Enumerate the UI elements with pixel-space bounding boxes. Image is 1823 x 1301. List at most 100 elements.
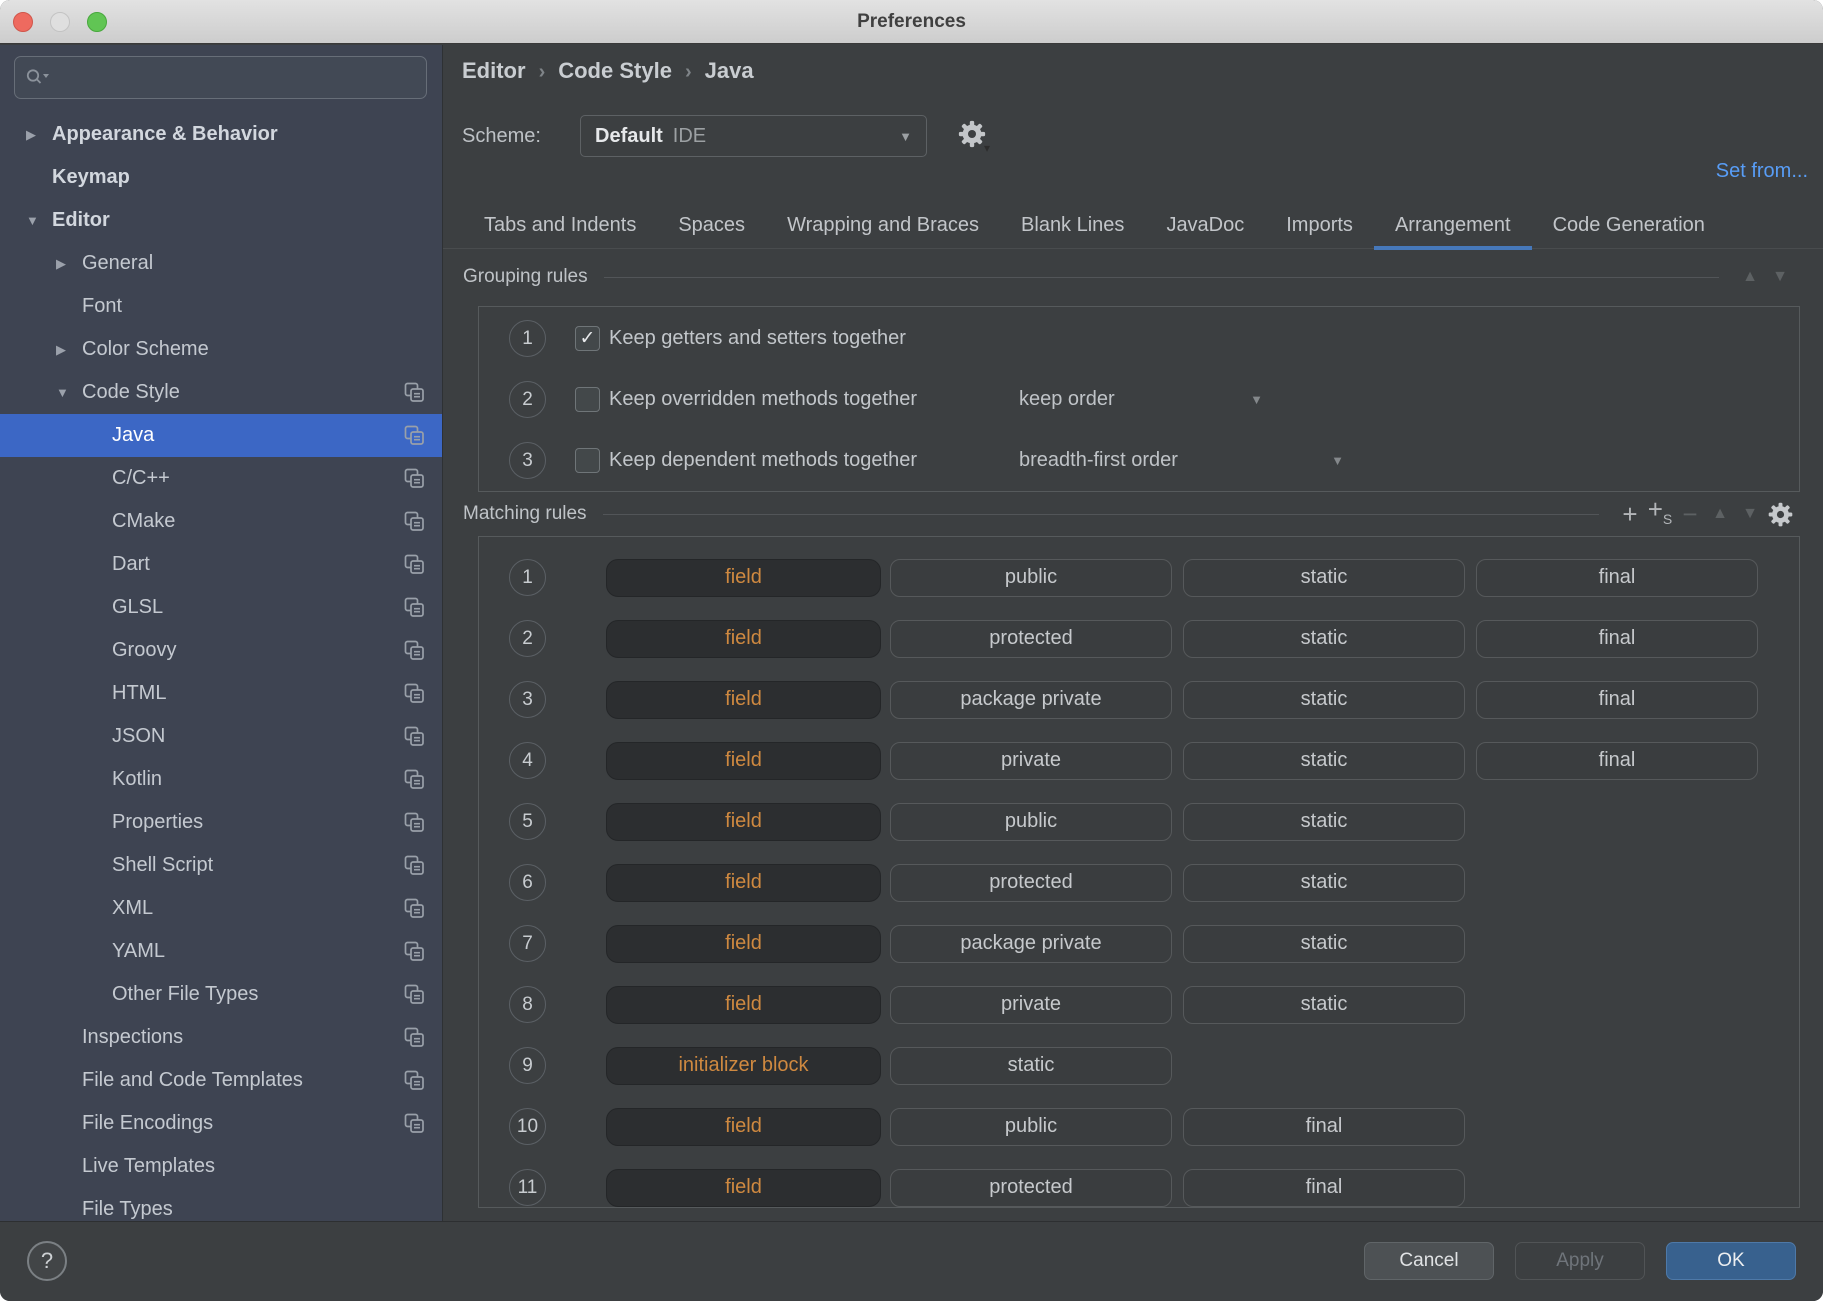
chevron-right-icon[interactable] — [26, 127, 36, 142]
sidebar-item[interactable]: Code Style — [0, 371, 442, 414]
keep-dependent-methods-checkbox[interactable] — [575, 448, 600, 473]
rule-modifier-pill[interactable]: static — [1183, 803, 1465, 841]
matching-rule-row[interactable]: 1 field public static final — [479, 547, 1799, 608]
rule-entry-pill[interactable]: field — [606, 620, 881, 658]
move-up-icon[interactable]: ▲ — [1705, 505, 1735, 523]
rule-modifier-pill[interactable]: static — [1183, 742, 1465, 780]
matching-rule-row[interactable]: 11 field protected final — [479, 1157, 1799, 1208]
sidebar-item[interactable]: Color Scheme — [0, 328, 442, 371]
sidebar-item[interactable]: CMake — [0, 500, 442, 543]
order-dropdown[interactable]: breadth-first order ▼ — [1019, 449, 1344, 472]
apply-button[interactable]: Apply — [1515, 1242, 1645, 1280]
rule-entry-pill[interactable]: field — [606, 803, 881, 841]
close-button[interactable] — [13, 12, 33, 32]
search-box[interactable] — [14, 56, 427, 99]
rule-modifier-pill[interactable]: final — [1476, 620, 1758, 658]
minimize-button[interactable] — [50, 12, 70, 32]
help-button[interactable]: ? — [27, 1241, 67, 1281]
sidebar-item[interactable]: YAML — [0, 930, 442, 973]
rule-modifier-pill[interactable]: static — [1183, 925, 1465, 963]
rule-entry-pill[interactable]: field — [606, 925, 881, 963]
sidebar-item[interactable]: File Types — [0, 1188, 442, 1221]
rule-modifier-pill[interactable]: final — [1476, 681, 1758, 719]
sidebar-item[interactable]: HTML — [0, 672, 442, 715]
tab[interactable]: Imports — [1265, 202, 1374, 248]
keep-getters-setters-checkbox[interactable]: ✓ — [575, 326, 600, 351]
rule-entry-pill[interactable]: field — [606, 864, 881, 902]
sidebar-item[interactable]: File and Code Templates — [0, 1059, 442, 1102]
cancel-button[interactable]: Cancel — [1364, 1242, 1494, 1280]
breadcrumb-item[interactable]: Code Style — [558, 58, 672, 83]
rule-modifier-pill[interactable]: private — [890, 742, 1172, 780]
matching-rule-row[interactable]: 3 field package private static final — [479, 669, 1799, 730]
chevron-down-icon[interactable] — [26, 213, 39, 228]
chevron-down-icon[interactable] — [56, 385, 69, 400]
scheme-dropdown[interactable]: Default IDE ▼ — [580, 115, 927, 157]
tab[interactable]: Blank Lines — [1000, 202, 1145, 248]
rule-modifier-pill[interactable]: static — [1183, 986, 1465, 1024]
set-from-link[interactable]: Set from... — [1716, 158, 1808, 184]
sidebar-item[interactable]: Dart — [0, 543, 442, 586]
rule-modifier-pill[interactable]: static — [890, 1047, 1172, 1085]
sidebar-item[interactable]: XML — [0, 887, 442, 930]
rule-modifier-pill[interactable]: package private — [890, 681, 1172, 719]
move-up-icon[interactable]: ▲ — [1735, 268, 1765, 286]
rule-modifier-pill[interactable]: final — [1476, 742, 1758, 780]
sidebar-item[interactable]: JSON — [0, 715, 442, 758]
rule-modifier-pill[interactable]: protected — [890, 620, 1172, 658]
matching-rule-row[interactable]: 7 field package private static — [479, 913, 1799, 974]
scheme-actions-button[interactable]: ▾ — [957, 119, 993, 155]
rule-entry-pill[interactable]: initializer block — [606, 1047, 881, 1085]
rule-modifier-pill[interactable]: protected — [890, 864, 1172, 902]
sidebar-item[interactable]: GLSL — [0, 586, 442, 629]
keep-overridden-methods-checkbox[interactable] — [575, 387, 600, 412]
sidebar-item[interactable]: Shell Script — [0, 844, 442, 887]
rule-modifier-pill[interactable]: public — [890, 559, 1172, 597]
rule-modifier-pill[interactable]: final — [1183, 1108, 1465, 1146]
tab[interactable]: JavaDoc — [1145, 202, 1265, 248]
chevron-right-icon[interactable] — [56, 256, 66, 271]
rule-modifier-pill[interactable]: static — [1183, 620, 1465, 658]
matching-rule-row[interactable]: 2 field protected static final — [479, 608, 1799, 669]
matching-rule-row[interactable]: 4 field private static final — [479, 730, 1799, 791]
add-rule-icon[interactable]: + — [1615, 501, 1645, 527]
matching-rule-row[interactable]: 5 field public static — [479, 791, 1799, 852]
rule-entry-pill[interactable]: field — [606, 986, 881, 1024]
sidebar-item[interactable]: Live Templates — [0, 1145, 442, 1188]
sidebar-item[interactable]: Properties — [0, 801, 442, 844]
search-input[interactable] — [60, 66, 416, 90]
sidebar-item[interactable]: Inspections — [0, 1016, 442, 1059]
matching-rule-row[interactable]: 6 field protected static — [479, 852, 1799, 913]
rule-modifier-pill[interactable]: private — [890, 986, 1172, 1024]
tab[interactable]: Spaces — [657, 202, 766, 248]
matching-rule-row[interactable]: 10 field public final — [479, 1096, 1799, 1157]
sidebar-item[interactable]: General — [0, 242, 442, 285]
matching-rule-row[interactable]: 9 initializer block static — [479, 1035, 1799, 1096]
tab[interactable]: Arrangement — [1374, 202, 1532, 248]
rule-modifier-pill[interactable]: public — [890, 1108, 1172, 1146]
rule-modifier-pill[interactable]: final — [1183, 1169, 1465, 1207]
matching-rules-settings-button[interactable] — [1765, 501, 1795, 528]
rule-modifier-pill[interactable]: static — [1183, 864, 1465, 902]
breadcrumb-item[interactable]: Editor — [462, 58, 526, 83]
rule-entry-pill[interactable]: field — [606, 559, 881, 597]
rule-modifier-pill[interactable]: static — [1183, 559, 1465, 597]
sidebar-item[interactable]: Font — [0, 285, 442, 328]
sidebar-item[interactable]: C/C++ — [0, 457, 442, 500]
zoom-button[interactable] — [87, 12, 107, 32]
rule-modifier-pill[interactable]: public — [890, 803, 1172, 841]
order-dropdown[interactable]: keep order ▼ — [1019, 388, 1263, 411]
add-section-rule-icon[interactable]: +S — [1645, 496, 1675, 532]
rule-entry-pill[interactable]: field — [606, 742, 881, 780]
tab[interactable]: Code Generation — [1532, 202, 1726, 248]
sidebar-item[interactable]: Keymap — [0, 156, 442, 199]
sidebar-item[interactable]: File Encodings — [0, 1102, 442, 1145]
rule-modifier-pill[interactable]: package private — [890, 925, 1172, 963]
tab[interactable]: Tabs and Indents — [463, 202, 657, 248]
rule-modifier-pill[interactable]: final — [1476, 559, 1758, 597]
chevron-right-icon[interactable] — [56, 342, 66, 357]
sidebar-item[interactable]: Java — [0, 414, 442, 457]
rule-entry-pill[interactable]: field — [606, 1169, 881, 1207]
remove-rule-icon[interactable]: − — [1675, 501, 1705, 527]
sidebar-item[interactable]: Groovy — [0, 629, 442, 672]
